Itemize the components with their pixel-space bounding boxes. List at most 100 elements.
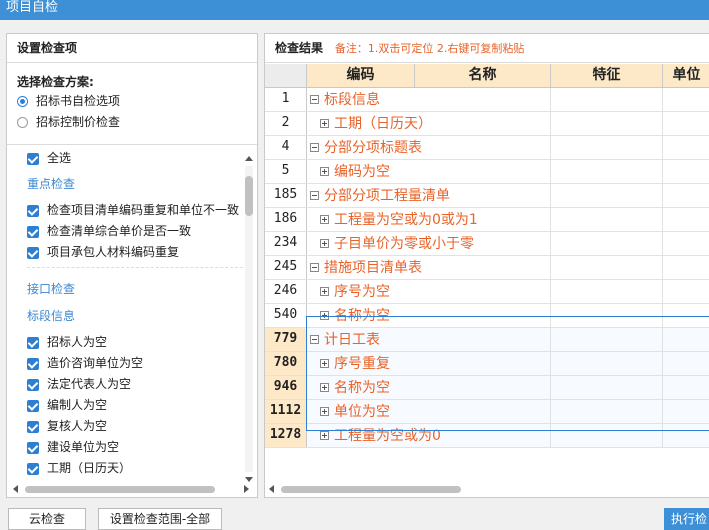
scroll-thumb[interactable] (281, 486, 461, 493)
expand-plus-icon[interactable] (320, 431, 329, 440)
check-item[interactable]: 招标人为空 (27, 332, 243, 353)
radio-selected-icon[interactable] (17, 96, 28, 107)
checkbox-checked-icon[interactable] (27, 357, 39, 370)
row-feature-cell[interactable] (551, 280, 663, 303)
select-all-checkbox[interactable]: 全选 (27, 148, 243, 169)
table-row[interactable]: 779 计日工表 (265, 328, 709, 352)
row-unit-cell[interactable] (663, 184, 709, 207)
collapse-minus-icon[interactable] (310, 335, 319, 344)
row-name-cell[interactable]: 计日工表 (307, 328, 551, 351)
scroll-thumb[interactable] (25, 486, 215, 493)
scroll-up-icon[interactable] (245, 156, 253, 161)
table-row[interactable]: 4 分部分项标题表 (265, 136, 709, 160)
column-code[interactable]: 编码 (307, 64, 415, 87)
row-feature-cell[interactable] (551, 136, 663, 159)
scroll-right-icon[interactable] (244, 485, 249, 493)
row-unit-cell[interactable] (663, 256, 709, 279)
row-name-cell[interactable]: 子目单价为零或小于零 (307, 232, 551, 255)
table-row[interactable]: 186 工程量为空或为0或为1 (265, 208, 709, 232)
row-unit-cell[interactable] (663, 280, 709, 303)
row-feature-cell[interactable] (551, 160, 663, 183)
check-item[interactable]: 检查清单综合单价是否一致 (27, 221, 243, 242)
table-row[interactable]: 780 序号重复 (265, 352, 709, 376)
checkbox-checked-icon[interactable] (27, 204, 39, 217)
table-row[interactable]: 946 名称为空 (265, 376, 709, 400)
cloud-check-button[interactable]: 云检查 (8, 508, 86, 530)
table-row[interactable]: 5 编码为空 (265, 160, 709, 184)
check-item[interactable]: 工期（日历天） (27, 458, 243, 479)
row-name-cell[interactable]: 标段信息 (307, 88, 551, 111)
expand-plus-icon[interactable] (320, 359, 329, 368)
row-unit-cell[interactable] (663, 352, 709, 375)
check-item[interactable]: 编制人为空 (27, 395, 243, 416)
check-item[interactable]: 建设单位为空 (27, 437, 243, 458)
row-unit-cell[interactable] (663, 400, 709, 423)
row-feature-cell[interactable] (551, 232, 663, 255)
checkbox-checked-icon[interactable] (27, 420, 39, 433)
row-unit-cell[interactable] (663, 136, 709, 159)
row-name-cell[interactable]: 措施项目清单表 (307, 256, 551, 279)
expand-plus-icon[interactable] (320, 311, 329, 320)
expand-plus-icon[interactable] (320, 215, 329, 224)
checkbox-checked-icon[interactable] (27, 441, 39, 454)
row-unit-cell[interactable] (663, 424, 709, 447)
row-unit-cell[interactable] (663, 208, 709, 231)
group-interface-check[interactable]: 接口检查 (27, 278, 243, 300)
checkbox-checked-icon[interactable] (27, 152, 39, 165)
expand-plus-icon[interactable] (320, 167, 329, 176)
row-name-cell[interactable]: 名称为空 (307, 304, 551, 327)
checkbox-checked-icon[interactable] (27, 246, 39, 259)
row-name-cell[interactable]: 工期（日历天） (307, 112, 551, 135)
checkbox-checked-icon[interactable] (27, 378, 39, 391)
scroll-left-icon[interactable] (269, 485, 274, 493)
row-name-cell[interactable]: 工程量为空或为0或为1 (307, 208, 551, 231)
expand-plus-icon[interactable] (320, 119, 329, 128)
column-unit[interactable]: 单位 (663, 64, 709, 87)
column-feature[interactable]: 特征 (551, 64, 663, 87)
row-feature-cell[interactable] (551, 424, 663, 447)
table-row[interactable]: 2 工期（日历天） (265, 112, 709, 136)
table-row[interactable]: 246 序号为空 (265, 280, 709, 304)
row-unit-cell[interactable] (663, 304, 709, 327)
scroll-left-icon[interactable] (13, 485, 18, 493)
scheme-option-control-price[interactable]: 招标控制价检查 (17, 112, 247, 133)
table-row[interactable]: 1278 工程量为空或为0 (265, 424, 709, 448)
row-name-cell[interactable]: 序号重复 (307, 352, 551, 375)
row-feature-cell[interactable] (551, 376, 663, 399)
scheme-option-bid[interactable]: 招标书自检选项 (17, 91, 247, 112)
check-item[interactable]: 造价咨询单位为空 (27, 353, 243, 374)
collapse-minus-icon[interactable] (310, 191, 319, 200)
vertical-scrollbar[interactable] (245, 154, 253, 484)
row-unit-cell[interactable] (663, 160, 709, 183)
row-unit-cell[interactable] (663, 232, 709, 255)
table-row[interactable]: 245 措施项目清单表 (265, 256, 709, 280)
row-name-cell[interactable]: 工程量为空或为0 (307, 424, 551, 447)
expand-plus-icon[interactable] (320, 239, 329, 248)
row-name-cell[interactable]: 编码为空 (307, 160, 551, 183)
row-feature-cell[interactable] (551, 256, 663, 279)
group-key-check[interactable]: 重点检查 (27, 173, 243, 195)
scroll-thumb[interactable] (245, 176, 253, 216)
row-name-cell[interactable]: 名称为空 (307, 376, 551, 399)
row-feature-cell[interactable] (551, 328, 663, 351)
table-row[interactable]: 1 标段信息 (265, 88, 709, 112)
checkbox-checked-icon[interactable] (27, 399, 39, 412)
table-row[interactable]: 540 名称为空 (265, 304, 709, 328)
group-section-info[interactable]: 标段信息 (27, 305, 243, 327)
row-unit-cell[interactable] (663, 88, 709, 111)
scroll-down-icon[interactable] (245, 477, 253, 482)
check-item[interactable]: 复核人为空 (27, 416, 243, 437)
row-feature-cell[interactable] (551, 112, 663, 135)
row-unit-cell[interactable] (663, 112, 709, 135)
row-feature-cell[interactable] (551, 304, 663, 327)
radio-unselected-icon[interactable] (17, 117, 28, 128)
row-feature-cell[interactable] (551, 352, 663, 375)
row-feature-cell[interactable] (551, 400, 663, 423)
check-item[interactable]: 法定代表人为空 (27, 374, 243, 395)
row-name-cell[interactable]: 单位为空 (307, 400, 551, 423)
row-name-cell[interactable]: 序号为空 (307, 280, 551, 303)
table-row[interactable]: 1112 单位为空 (265, 400, 709, 424)
execute-check-button[interactable]: 执行检 (664, 508, 709, 530)
checkbox-checked-icon[interactable] (27, 225, 39, 238)
collapse-minus-icon[interactable] (310, 263, 319, 272)
